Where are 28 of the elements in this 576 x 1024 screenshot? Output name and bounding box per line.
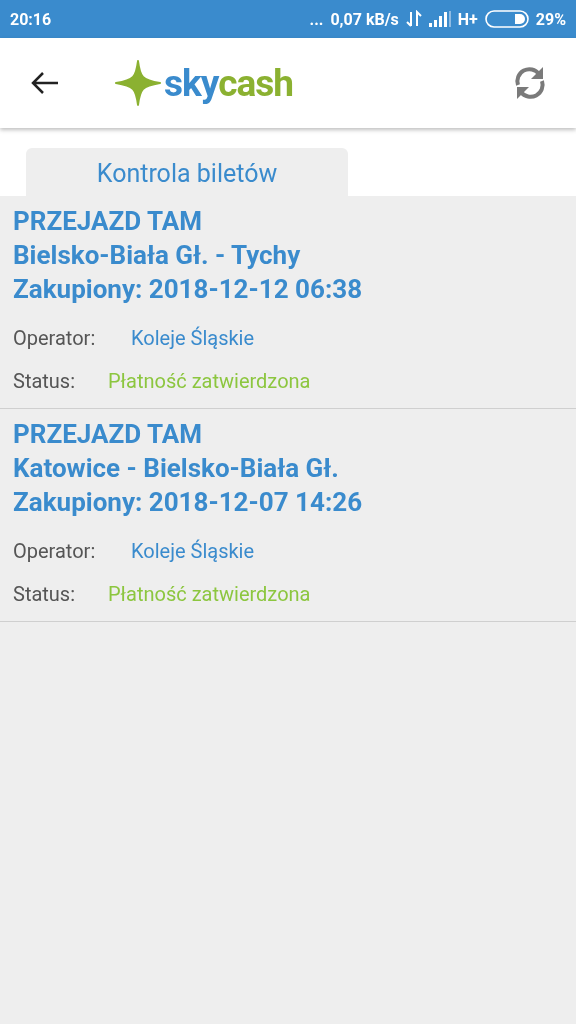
ticket-route: Bielsko-Biała Gł. - Tychy xyxy=(13,239,302,272)
ticket-direction: PRZEJAZD TAM xyxy=(13,205,203,238)
operator-name: Koleje Śląskie xyxy=(131,538,255,563)
back-arrow-icon[interactable] xyxy=(30,71,60,95)
field-label: Status: xyxy=(13,368,77,393)
field-label: Operator: xyxy=(13,538,97,563)
payment-status: Płatność zatwierdzona xyxy=(108,581,311,606)
ticket-card[interactable]: PRZEJAZD TAM Bielsko-Biała Gł. - Tychy Zakupiony: 2018-12-12 06:38 Operator: Koleje Śląskie Status: Płatność zatwierdzona xyxy=(0,196,576,409)
clock: 20:16 xyxy=(10,9,52,29)
battery-level: 29% xyxy=(535,9,566,29)
operator-name: Koleje Śląskie xyxy=(131,325,255,350)
ticket-card[interactable]: PRZEJAZD TAM Katowice - Bielsko-Biała Gł. Zakupiony: 2018-12-07 14:26 Operator: Koleje Śląskie Status: Płatność zatwierdzona xyxy=(0,409,576,622)
payment-status: Płatność zatwierdzona xyxy=(108,368,311,393)
ticket-route: Katowice - Bielsko-Biała Gł. xyxy=(13,452,340,485)
signal-icon xyxy=(428,11,451,27)
logo-text: skycash xyxy=(164,61,293,105)
purchase-date: Zakupiony: 2018-12-07 14:26 xyxy=(13,486,364,519)
battery-icon xyxy=(484,10,529,28)
ticket-direction: PRZEJAZD TAM xyxy=(13,418,203,451)
notification-dots: ... xyxy=(309,9,324,29)
purchase-date: Zakupiony: 2018-12-12 06:38 xyxy=(13,273,364,306)
star-logo-icon xyxy=(115,60,161,106)
network-type: H+ xyxy=(457,9,478,29)
data-transfer-icon xyxy=(405,10,422,28)
field-label: Operator: xyxy=(13,325,97,350)
refresh-icon[interactable] xyxy=(512,65,548,101)
field-label: Status: xyxy=(13,581,77,606)
network-speed: 0,07 kB/s xyxy=(330,9,399,29)
